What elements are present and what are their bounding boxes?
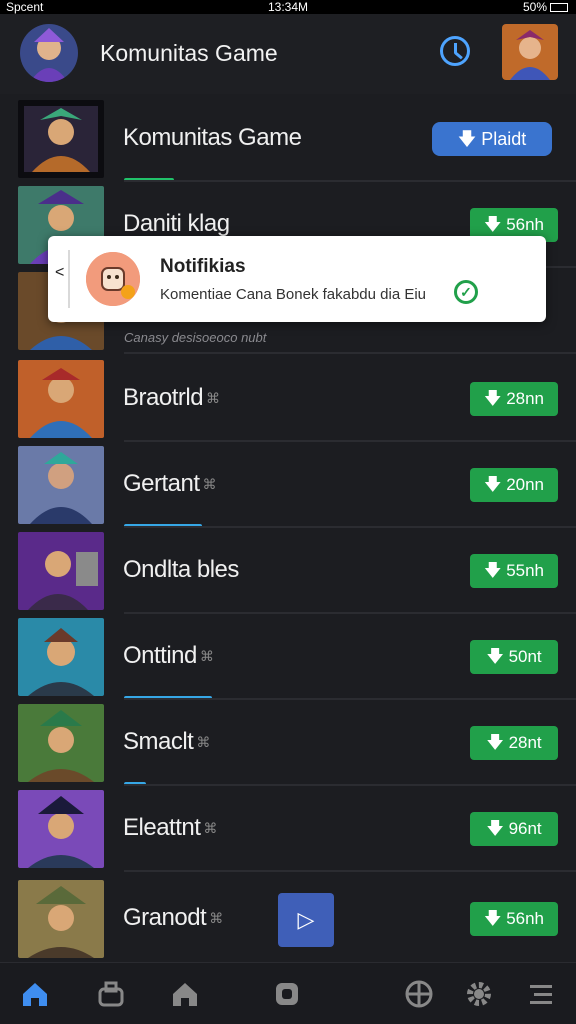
notification-divider	[68, 250, 70, 308]
clock-icon[interactable]	[440, 36, 470, 66]
notification-card[interactable]: < Notifikias Komentiae Cana Bonek fakabd…	[48, 236, 546, 322]
chevron-left-icon[interactable]: <	[55, 264, 64, 282]
game-name: Braotrld ⌘	[123, 384, 220, 411]
controller-icon: ⌘	[203, 820, 217, 836]
button-label: 50nt	[508, 647, 542, 666]
game-name: Eleattnt ⌘	[123, 814, 217, 841]
row-divider	[124, 870, 576, 872]
game-thumbnail	[18, 446, 104, 524]
list-item[interactable]: Onttind ⌘ 🡇 50nt	[0, 614, 576, 700]
game-thumbnail	[18, 532, 104, 610]
game-thumbnail	[18, 790, 104, 868]
button-label: 56nh	[506, 909, 545, 928]
controller-icon: ⌘	[206, 390, 220, 406]
download-icon: 🡇	[483, 475, 502, 494]
bottom-navigation	[0, 962, 576, 1024]
button-label: 28nt	[508, 733, 542, 752]
download-button[interactable]: 🡇 96nt	[470, 812, 558, 846]
download-icon: 🡇	[483, 561, 502, 580]
list-item[interactable]: Gertant ⌘ 🡇 20nn	[0, 442, 576, 528]
app-header: Komunitas Game	[0, 14, 576, 94]
notification-caption: Canasy desisoeoco nubt	[124, 330, 267, 345]
list-item[interactable]: Smaclt ⌘ 🡇 28nt	[0, 700, 576, 786]
gamepad-icon[interactable]	[96, 979, 126, 1009]
play-icon: ▷	[297, 907, 315, 932]
game-thumbnail	[18, 100, 104, 178]
game-name: Daniti klag	[123, 210, 230, 237]
controller-icon: ⌘	[202, 476, 217, 492]
notification-body: Komentiae Cana Bonek fakabdu dia Eiu	[160, 286, 427, 303]
battery-indicator: 50%	[523, 0, 568, 14]
notification-icon	[86, 252, 140, 306]
download-icon: 🡇	[483, 215, 502, 234]
game-name: Smaclt ⌘	[123, 728, 210, 755]
home-icon[interactable]	[20, 979, 50, 1009]
carrier-label: Spcent	[6, 0, 44, 14]
button-label: 20nn	[506, 475, 545, 494]
notification-title: Notifikias	[160, 256, 246, 277]
play-fab-button[interactable]: ▷	[278, 893, 334, 947]
download-button[interactable]: 🡇 50nt	[470, 640, 558, 674]
game-thumbnail	[18, 360, 104, 438]
download-icon: 🡇	[486, 733, 504, 752]
list-item[interactable]: Braotrld ⌘ 🡇 28nn	[0, 356, 576, 442]
download-icon: 🡇	[486, 819, 504, 838]
crosshair-icon[interactable]	[404, 979, 434, 1009]
download-button[interactable]: 🡇 55nh	[470, 554, 558, 588]
list-item[interactable]: Eleattnt ⌘ 🡇 96nt	[0, 786, 576, 872]
menu-icon[interactable]	[526, 979, 556, 1009]
game-thumbnail	[18, 880, 104, 958]
list-item[interactable]: Komunitas Game 🡇 Plaidt	[0, 96, 576, 182]
controller-icon: ⌘	[196, 734, 210, 750]
game-name: Ondlta bles	[123, 556, 239, 583]
status-bar: Spcent 13:34M 50%	[0, 0, 576, 14]
game-name: Gertant ⌘	[123, 470, 217, 497]
download-button[interactable]: 🡇 56nh	[470, 902, 558, 936]
gear-icon[interactable]	[464, 979, 494, 1009]
battery-percent: 50%	[522, 0, 547, 14]
game-name: Onttind ⌘	[123, 642, 214, 669]
page-title: Komunitas Game	[100, 40, 278, 66]
download-icon: 🡇	[483, 909, 502, 928]
game-thumbnail	[18, 704, 104, 782]
shield-icon[interactable]	[272, 979, 302, 1009]
button-label: 55nh	[506, 561, 545, 580]
controller-icon: ⌘	[209, 910, 223, 926]
status-time: 13:34M	[268, 0, 309, 14]
download-icon: 🡇	[483, 389, 502, 408]
button-label: Plaidt	[481, 129, 527, 149]
download-button[interactable]: 🡇 20nn	[470, 468, 558, 502]
check-icon[interactable]: ✓	[454, 280, 478, 304]
button-label: 28nn	[506, 389, 545, 408]
game-thumbnail	[18, 618, 104, 696]
download-button[interactable]: 🡇 28nt	[470, 726, 558, 760]
community-avatar[interactable]	[20, 24, 78, 82]
game-name: Komunitas Game	[123, 124, 302, 151]
controller-icon: ⌘	[199, 648, 214, 664]
list-item[interactable]: Ondlta bles 🡇 55nh	[0, 528, 576, 614]
download-button[interactable]: 🡇 28nn	[470, 382, 558, 416]
row-divider	[124, 352, 576, 354]
plaidt-button[interactable]: 🡇 Plaidt	[432, 122, 552, 156]
house-icon[interactable]	[170, 979, 200, 1009]
download-icon: 🡇	[486, 647, 504, 666]
battery-icon	[550, 3, 568, 12]
download-icon: 🡇	[457, 129, 477, 149]
button-label: 96nt	[508, 819, 542, 838]
button-label: 56nh	[506, 215, 545, 234]
game-name: Granodt ⌘	[123, 904, 223, 931]
profile-avatar[interactable]	[502, 24, 558, 80]
